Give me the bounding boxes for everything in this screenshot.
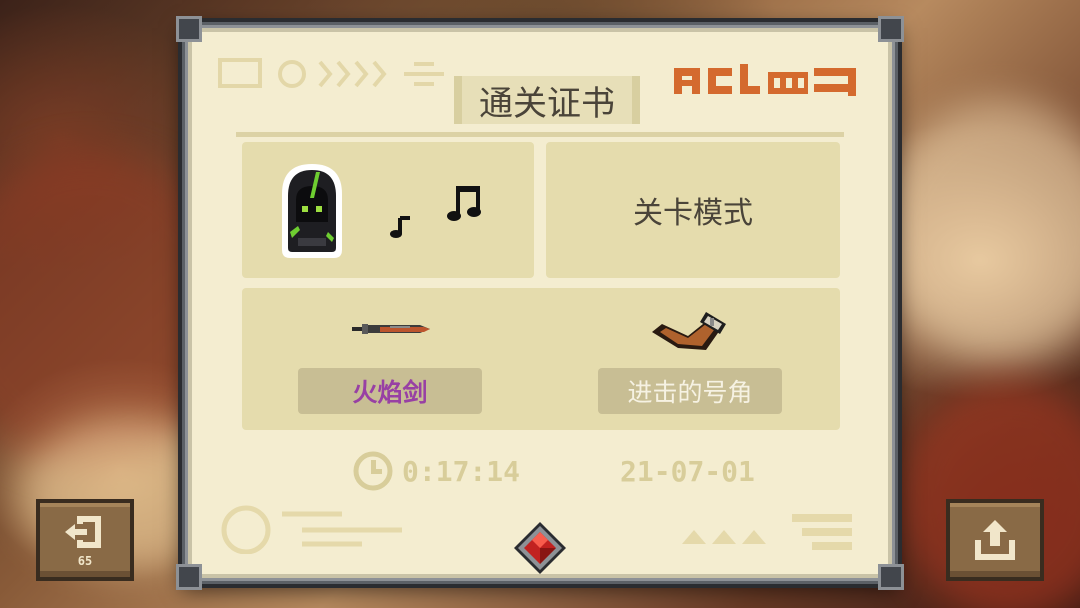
share-button[interactable] [946,499,1044,581]
certificate-paper: 通关证书 关卡模式 火焰剑 进击的号角 0:17:14 21-07-01 [176,16,904,590]
mode-label: 关卡模式 [633,196,753,231]
mode-card: 关卡模式 [546,142,840,278]
character-scene [282,164,481,258]
certificate-title: 通关证书 [454,76,640,124]
exit-button[interactable]: 65 [36,499,134,581]
red-gem-icon [514,522,566,574]
frame-corner [878,16,904,42]
relic-name-label: 进击的号角 [598,368,782,414]
game-logo-stamp [670,54,870,106]
share-icon [975,520,1015,560]
clock-icon [353,451,393,491]
character-card [242,142,534,278]
frame-corner [176,16,202,42]
header-divider [236,132,844,137]
hooded-rogue-icon [282,164,342,258]
clear-certificate: 通关证书 关卡模式 火焰剑 进击的号角 0:17:14 21-07-01 [176,16,904,590]
clear-date: 21-07-01 [620,454,755,488]
loadout-card: 火焰剑 进击的号角 [242,288,840,430]
exit-countdown: 65 [77,554,93,568]
music-notes-icon [390,186,481,238]
background-art [880,100,1080,360]
run-stats: 0:17:14 21-07-01 [352,450,755,492]
flame-sword-icon [352,324,430,334]
logo-stamp-icon [674,64,856,96]
frame-corner [878,564,904,590]
game-screen: 通关证书 关卡模式 火焰剑 进击的号角 0:17:14 21-07-01 65 [0,0,1080,608]
exit-door-icon [65,516,101,548]
weapon-name-label: 火焰剑 [298,368,482,414]
frame-corner [176,564,202,590]
war-horn-icon [652,312,726,350]
clear-time: 0:17:14 [402,454,521,488]
